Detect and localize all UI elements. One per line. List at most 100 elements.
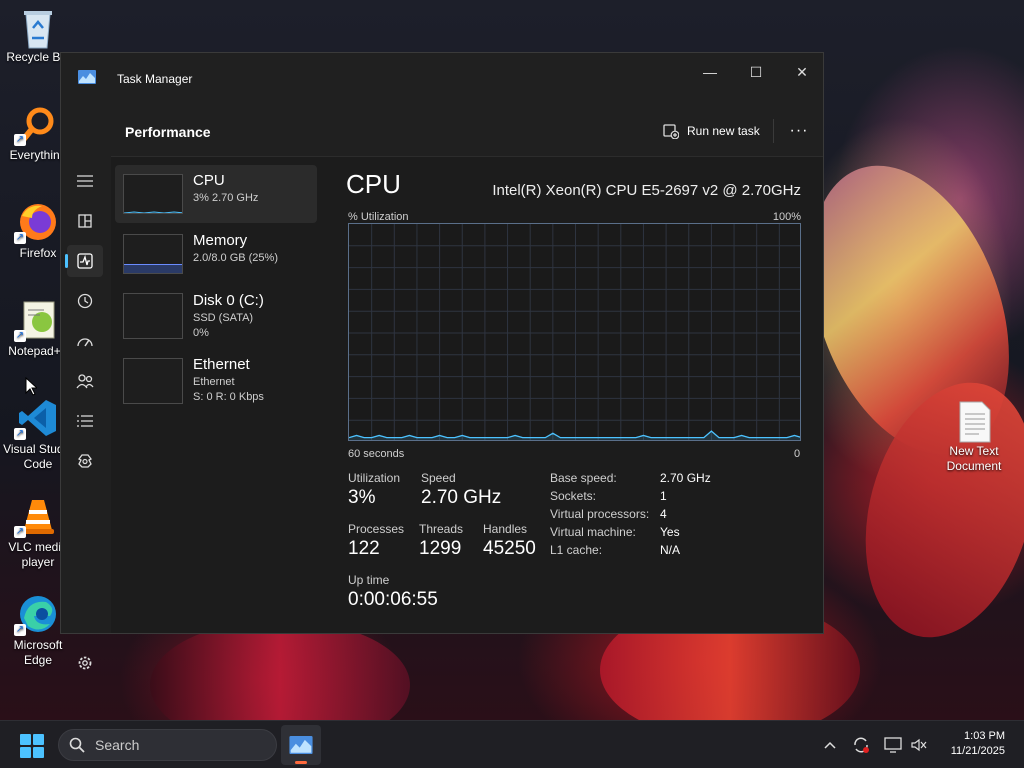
task-manager-app-icon xyxy=(289,736,313,754)
windows-logo-icon xyxy=(20,747,31,758)
nav-app-history[interactable] xyxy=(67,285,103,317)
volume-muted-icon[interactable] xyxy=(909,735,929,755)
more-options-icon: ··· xyxy=(789,122,809,139)
resource-detail: 3% 2.70 GHz xyxy=(193,192,259,204)
clock-time: 1:03 PM xyxy=(964,730,1005,742)
resource-detail: SSD (SATA) xyxy=(193,312,254,324)
utilization-value: 3% xyxy=(348,487,376,508)
graph-y-label: % Utilization xyxy=(348,211,409,223)
resource-name: Ethernet xyxy=(193,356,250,373)
nav-startup-apps[interactable] xyxy=(67,325,103,357)
shortcut-arrow-icon: ↗ xyxy=(14,624,26,636)
processes-value: 122 xyxy=(348,538,380,559)
maximize-button[interactable]: ☐ xyxy=(733,57,779,87)
spec-value: N/A xyxy=(660,543,681,557)
resource-detail: 0% xyxy=(193,327,209,339)
speed-value: 2.70 GHz xyxy=(421,487,502,508)
resource-item-cpu[interactable]: CPU 3% 2.70 GHz xyxy=(115,165,317,223)
resource-item-memory[interactable]: Memory 2.0/8.0 GB (25%) xyxy=(115,225,317,283)
cpu-detail-panel: CPU Intel(R) Xeon(R) CPU E5-2697 v2 @ 2.… xyxy=(341,157,823,633)
resource-name: Disk 0 (C:) xyxy=(193,292,264,309)
nav-performance[interactable] xyxy=(65,245,103,277)
users-icon xyxy=(76,374,94,389)
text-document-icon xyxy=(954,400,994,443)
shortcut-arrow-icon: ↗ xyxy=(14,232,26,244)
nav-processes[interactable] xyxy=(67,205,103,237)
utilization-label: Utilization xyxy=(348,471,401,485)
windows-logo-icon xyxy=(33,734,44,745)
window-title: Task Manager xyxy=(117,72,193,86)
disk-mini-graph xyxy=(123,293,183,339)
processes-label: Processes xyxy=(348,522,405,536)
page-title: Performance xyxy=(125,124,211,140)
chevron-up-icon[interactable] xyxy=(820,735,840,755)
task-manager-window: Task Manager — ☐ ✕ Performance Run new t… xyxy=(60,52,824,670)
title-bar[interactable]: Task Manager — ☐ ✕ xyxy=(61,53,823,105)
graph-x-right-label: 0 xyxy=(794,448,801,460)
run-new-task-button[interactable]: Run new task xyxy=(663,119,760,143)
desktop-icon-label: Microsoft Edge xyxy=(13,638,63,667)
close-button[interactable]: ✕ xyxy=(779,57,825,87)
task-manager-app-icon xyxy=(78,70,96,84)
vlc-icon: ↗ xyxy=(14,496,58,538)
startup-apps-icon xyxy=(77,338,93,347)
shortcut-arrow-icon: ↗ xyxy=(14,134,26,146)
nav-services[interactable] xyxy=(67,445,103,477)
hamburger-menu-button[interactable] xyxy=(67,165,103,197)
details-icon xyxy=(77,415,93,427)
cpu-model: Intel(R) Xeon(R) CPU E5-2697 v2 @ 2.70GH… xyxy=(492,182,801,199)
spec-value: 2.70 GHz xyxy=(660,471,711,485)
hamburger-menu-icon xyxy=(77,175,93,187)
minimize-button[interactable]: — xyxy=(687,57,733,87)
more-options-button[interactable]: ··· xyxy=(785,117,813,145)
display-icon[interactable] xyxy=(883,735,903,755)
resource-name: Memory xyxy=(193,232,248,249)
uptime-value: 0:00:06:55 xyxy=(348,589,438,610)
search-icon xyxy=(69,737,85,753)
taskbar-task-manager[interactable] xyxy=(281,725,321,765)
close-icon: ✕ xyxy=(796,63,808,80)
desktop-icon-label: New Text Document xyxy=(946,444,1002,473)
vscode-icon: ↗ xyxy=(14,398,58,440)
desktop-icon-new-text-document[interactable]: New Text Document xyxy=(936,400,1012,474)
detail-title: CPU xyxy=(346,169,401,199)
sync-icon[interactable] xyxy=(851,735,871,755)
shortcut-arrow-icon: ↗ xyxy=(14,526,26,538)
performance-icon xyxy=(77,253,93,269)
nav-details[interactable] xyxy=(67,405,103,437)
spec-value: 1 xyxy=(660,489,667,503)
start-button[interactable] xyxy=(20,734,44,758)
taskbar-search[interactable]: Search xyxy=(58,729,277,761)
taskbar: Search 1:03 PM 11/21/2025 xyxy=(0,720,1024,768)
shortcut-arrow-icon: ↗ xyxy=(14,428,26,440)
header-separator xyxy=(773,119,774,143)
spec-value: Yes xyxy=(660,525,680,539)
recycle-bin-icon xyxy=(18,6,58,49)
windows-logo-icon xyxy=(33,747,44,758)
services-icon xyxy=(78,454,92,468)
everything-search-icon: ↗ xyxy=(14,104,58,146)
nav-settings[interactable] xyxy=(67,647,103,679)
settings-icon xyxy=(78,656,92,670)
memory-mini-graph xyxy=(123,234,183,274)
spec-key: Virtual machine: xyxy=(550,525,636,539)
graph-y-max-label: 100% xyxy=(772,211,801,223)
spec-key: Base speed: xyxy=(550,471,617,485)
spec-key: L1 cache: xyxy=(550,543,603,557)
processes-icon xyxy=(78,214,92,228)
threads-value: 1299 xyxy=(419,538,462,559)
firefox-icon: ↗ xyxy=(14,202,58,244)
notepad-plus-plus-icon: ↗ xyxy=(14,300,58,342)
resource-detail: Ethernet xyxy=(193,376,235,388)
maximize-icon: ☐ xyxy=(749,63,763,80)
edge-icon: ↗ xyxy=(14,594,58,636)
system-clock[interactable]: 1:03 PM 11/21/2025 xyxy=(951,729,1005,759)
speed-label: Speed xyxy=(421,471,456,485)
nav-users[interactable] xyxy=(67,365,103,397)
resource-item-disk[interactable]: Disk 0 (C:) SSD (SATA) 0% xyxy=(115,285,317,343)
resource-detail: S: 0 R: 0 Kbps xyxy=(193,391,264,403)
resource-item-ethernet[interactable]: Ethernet Ethernet S: 0 R: 0 Kbps xyxy=(115,351,317,409)
shortcut-arrow-icon: ↗ xyxy=(14,330,26,342)
wallpaper-ribbon xyxy=(150,620,410,722)
handles-label: Handles xyxy=(483,522,528,536)
